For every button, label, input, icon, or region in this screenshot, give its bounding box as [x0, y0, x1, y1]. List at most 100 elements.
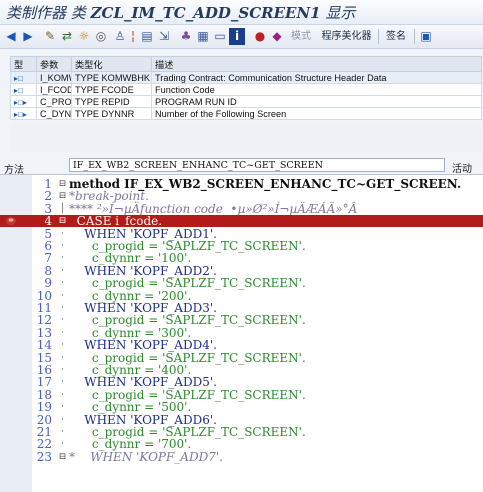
- line-number: 8: [44, 263, 52, 278]
- code-text: c_progid = 'SAPLZF_TC_SCREEN'.: [69, 276, 306, 291]
- code-line[interactable]: 12 · c_progid = 'SAPLZF_TC_SCREEN'.: [0, 314, 483, 326]
- code-line[interactable]: 10 · c_dynnr = '200'.: [0, 290, 483, 302]
- code-text: WHEN 'KOPF_ADD1'.: [69, 226, 217, 241]
- code-line[interactable]: 19 · c_dynnr = '500'.: [0, 401, 483, 413]
- code-line[interactable]: 8 · WHEN 'KOPF_ADD2'.: [0, 265, 483, 277]
- code-text: c_progid = 'SAPLZF_TC_SCREEN'.: [69, 350, 306, 365]
- code-line[interactable]: 13 · c_dynnr = '300'.: [0, 327, 483, 339]
- parameter-table-empty-area: [10, 123, 482, 151]
- code-line[interactable]: 17 · WHEN 'KOPF_ADD5'.: [0, 376, 483, 388]
- code-line[interactable]: 20 · WHEN 'KOPF_ADD6'.: [0, 414, 483, 426]
- code-text: c_dynnr = '100'.: [69, 251, 192, 266]
- info-icon[interactable]: i: [229, 28, 245, 45]
- object-list-icon[interactable]: ♙: [112, 28, 128, 45]
- signature-button[interactable]: 签名: [382, 28, 410, 45]
- back-arrow-icon[interactable]: ◀: [3, 28, 19, 45]
- line-number: 5: [44, 226, 52, 241]
- fold-guide: ·: [61, 265, 64, 276]
- code-text: CASE i_fcode.: [69, 214, 163, 229]
- code-text: c_dynnr = '700'.: [69, 437, 192, 452]
- fold-guide: ·: [61, 303, 64, 313]
- line-number: 21: [36, 425, 52, 439]
- fold-guide: ·: [61, 427, 64, 437]
- code-line[interactable]: 3 │ **** ²»Í¬µÄfunction code •µ»Ø²»Í¬µÄÆÁÄ…: [0, 203, 483, 215]
- fold-guide: ·: [61, 278, 64, 289]
- code-line[interactable]: 18 · c_progid = 'SAPLZF_TC_SCREEN'.: [0, 389, 483, 401]
- title-prefix: 类制作器 类: [6, 4, 86, 22]
- where-used-icon[interactable]: ◎: [93, 28, 109, 45]
- fold-guide: │: [59, 203, 66, 214]
- hierarchy-icon[interactable]: ⇲: [156, 28, 172, 45]
- code-line[interactable]: 6 · c_progid = 'SAPLZF_TC_SCREEN'.: [0, 240, 483, 252]
- title-bar: 类制作器 类 ZCL_IM_TC_ADD_SCREEN1 显示: [0, 0, 483, 25]
- line-number: 23: [36, 449, 52, 464]
- application-toolbar: ◀ ▶ ✎ ⇄ ☼ ◎ ♙ ¦ ▤ ⇲ ♣ ▦ ▭ i ● ◆ 模式 程序美化器…: [0, 25, 483, 49]
- code-line[interactable]: 7 · c_dynnr = '100'.: [0, 252, 483, 264]
- code-text: *break-point.: [69, 189, 149, 204]
- changing-icon: ▸□▸: [10, 107, 37, 120]
- activation-status: 活动: [452, 164, 472, 175]
- toolbar-separator: [378, 29, 379, 44]
- red-object-icon[interactable]: ●: [252, 28, 268, 45]
- toolbar-separator: [414, 29, 415, 44]
- code-text: c_progid = 'SAPLZF_TC_SCREEN'.: [69, 425, 306, 439]
- table-row[interactable]: ▸□ I_FCODE TYPE FCODE Function Code: [10, 83, 482, 96]
- code-text: * WHEN 'KOPF_ADD7'.: [69, 449, 223, 464]
- param-description: Function Code: [151, 83, 482, 96]
- fold-guide: ·: [61, 290, 64, 301]
- fold-guide: ·: [61, 402, 64, 413]
- enhance-icon[interactable]: ¦: [129, 28, 137, 45]
- code-line[interactable]: 15 · c_progid = 'SAPLZF_TC_SCREEN'.: [0, 352, 483, 364]
- code-line[interactable]: 16 · c_dynnr = '400'.: [0, 364, 483, 376]
- screen-icon[interactable]: ▦: [195, 28, 211, 45]
- code-line[interactable]: 9 · c_progid = 'SAPLZF_TC_SCREEN'.: [0, 277, 483, 289]
- navigate-icon[interactable]: ▤: [139, 28, 155, 45]
- param-description: PROGRAM RUN ID: [151, 95, 482, 108]
- activate-icon[interactable]: ☼: [76, 28, 92, 45]
- fold-guide: ·: [61, 414, 64, 425]
- pretty-printer-button[interactable]: 程序美化器: [319, 28, 374, 45]
- fold-guide: ·: [61, 340, 64, 351]
- local-class-icon[interactable]: ◆: [269, 28, 285, 45]
- code-line[interactable]: 23 ⊟ * WHEN 'KOPF_ADD7'.: [0, 451, 483, 463]
- code-line[interactable]: 14 · WHEN 'KOPF_ADD4'.: [0, 339, 483, 351]
- fold-toggle-icon[interactable]: ⊟: [58, 190, 67, 202]
- code-line[interactable]: 5 · WHEN 'KOPF_ADD1'.: [0, 228, 483, 240]
- code-line[interactable]: 21 · c_progid = 'SAPLZF_TC_SCREEN'.: [0, 426, 483, 438]
- code-editor[interactable]: 1 ⊟ method IF_EX_WB2_SCREEN_ENHANC_TC~GET_…: [0, 174, 483, 492]
- param-typing: TYPE REPID: [71, 95, 152, 108]
- breakpoint-icon[interactable]: [5, 216, 17, 226]
- other-object-icon[interactable]: ✎: [42, 28, 58, 45]
- line-number: 17: [36, 375, 52, 390]
- forward-arrow-icon[interactable]: ▶: [20, 28, 36, 45]
- fold-toggle-icon[interactable]: ⊟: [58, 451, 67, 463]
- importing-icon: ▸□: [10, 83, 37, 96]
- pattern-button[interactable]: 模式: [288, 28, 314, 45]
- table-row[interactable]: ▸□▸ C_PROGID TYPE REPID PROGRAM RUN ID: [10, 95, 482, 108]
- window-icon[interactable]: ▭: [212, 28, 228, 45]
- table-row[interactable]: ▸□▸ C_DYNNR TYPE DYNNR Number of the Fol…: [10, 107, 482, 120]
- code-line[interactable]: 4 ⊟ CASE i_fcode.: [0, 214, 483, 229]
- fold-guide: ·: [61, 439, 64, 450]
- param-name: I_FCODE: [36, 83, 72, 96]
- changing-icon: ▸□▸: [10, 95, 37, 108]
- param-typing: TYPE FCODE: [71, 83, 152, 96]
- block-icon[interactable]: ♣: [178, 28, 194, 45]
- parameter-table-header: 型 参数 类型化 描述: [10, 56, 482, 72]
- fold-guide: ·: [61, 327, 64, 338]
- code-line[interactable]: 2 ⊟ *break-point.: [0, 190, 483, 202]
- code-text: WHEN 'KOPF_ADD2'.: [69, 263, 217, 278]
- param-name: C_PROGID: [36, 95, 72, 108]
- fold-toggle-icon[interactable]: ⊟: [58, 178, 67, 190]
- fold-toggle-icon[interactable]: ⊟: [58, 215, 67, 227]
- method-name-field[interactable]: IF_EX_WB2_SCREEN_ENHANC_TC~GET_SCREEN: [69, 158, 445, 172]
- code-line[interactable]: 1 ⊟ method IF_EX_WB2_SCREEN_ENHANC_TC~GET_…: [0, 178, 483, 190]
- code-line[interactable]: 22 · c_dynnr = '700'.: [0, 438, 483, 450]
- code-text: c_progid = 'SAPLZF_TC_SCREEN'.: [69, 239, 306, 253]
- code-line[interactable]: 11 · WHEN 'KOPF_ADD3'.: [0, 302, 483, 314]
- documentation-icon[interactable]: ▣: [418, 28, 434, 45]
- display-change-icon[interactable]: ⇄: [59, 28, 75, 45]
- line-number: 3: [44, 201, 52, 216]
- fold-guide: ·: [61, 389, 64, 400]
- table-row[interactable]: ▸□ I_KOMWBHK TYPE KOMWBHK Trading Contra…: [10, 71, 482, 84]
